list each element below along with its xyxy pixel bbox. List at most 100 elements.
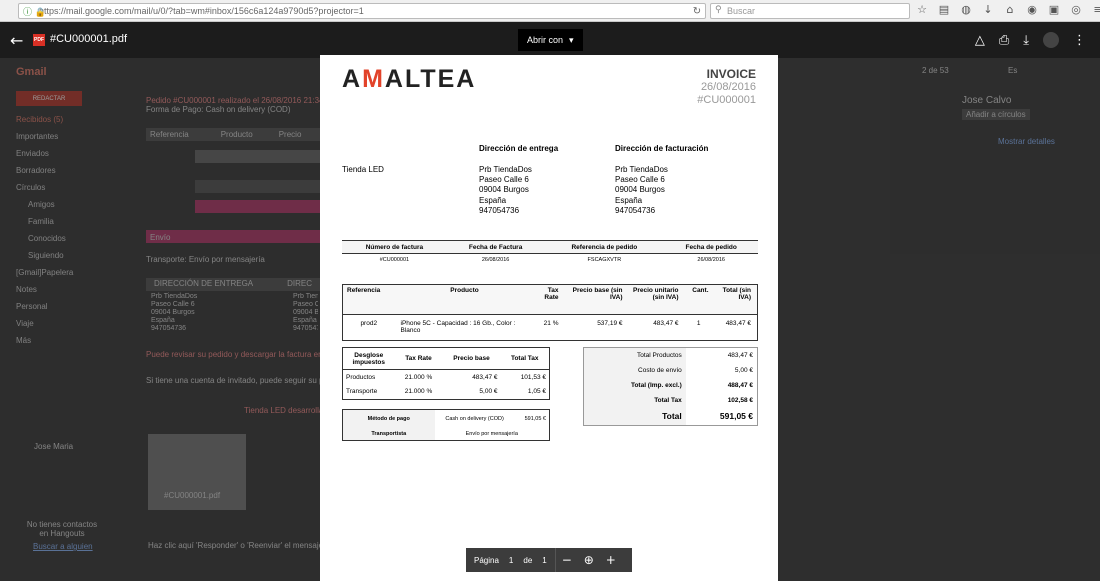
sidebar-item-inbox[interactable]: Recibidos (5) [16,115,73,132]
table-cell: #CU000001 [379,257,410,264]
gmail-logo: Gmail [16,66,47,78]
chevron-down-icon: ▾ [569,34,574,45]
table-cell: 483,47 € [708,314,758,341]
zoom-out-icon[interactable]: − [556,553,578,567]
star-icon[interactable]: ☆ [916,3,928,16]
find-someone-link[interactable]: Buscar a alguien [33,542,93,551]
logo-text-part: A [342,65,363,93]
sidebar-item-family[interactable]: Familia [16,217,73,234]
search-placeholder: Buscar [727,6,756,16]
payment-method-value: Cash on delivery (COD) [445,415,504,422]
table-header-cell: Referencia de pedido [544,240,665,254]
grand-total-label: Total [583,407,686,426]
sidebar-item-more[interactable]: Más [16,336,73,353]
logo-accent-letter: M [362,65,385,93]
avatar[interactable] [1043,32,1059,48]
address-line: España [615,195,643,205]
table-header-cell: Referencia [150,130,189,139]
table-header-cell: Tax Rate [394,347,443,370]
delivery-address-heading: Dirección de entrega [479,144,559,153]
menu-icon[interactable]: ≡ [1092,3,1100,16]
company-logo: AMALTEA [342,65,476,94]
sidebar-item-important[interactable]: Importantes [16,132,73,149]
table-header-cell: Desglose impuestos [342,347,395,370]
reply-hint[interactable]: Haz clic aquí 'Responder' o 'Reenviar' e… [148,541,320,550]
address-bar[interactable]: ⓘ 🔒 https://mail.google.com/mail/u/0/?ta… [18,3,706,19]
table-cell: 26/08/2016 [481,257,510,264]
pocket-icon[interactable]: ◍ [960,3,972,16]
sidebar-item-following[interactable]: Siguiendo [16,251,73,268]
open-with-button[interactable]: Abrir con ▾ [518,29,583,51]
billing-address-header: DIREC [287,279,312,288]
table-cell: Transporte [346,388,378,396]
table-header-cell: Producto [220,130,253,139]
sidebar-item-drafts[interactable]: Borradores [16,166,73,183]
gmail-sidebar: Recibidos (5) Importantes Enviados Borra… [16,115,73,353]
drive-icon[interactable]: △ [975,33,985,48]
shop-name: Tienda LED [342,165,384,174]
pdf-pagination: Página 1 de 1 − ⊕ + [466,548,632,572]
page-label: Página [474,555,499,565]
table-header-cell: Tax Rate [534,284,559,315]
addon-icon[interactable]: ◎ [1070,3,1082,16]
back-arrow-icon[interactable]: ← [10,31,23,50]
sidebar-item-sent[interactable]: Enviados [16,149,73,166]
total-value: 5,00 € [734,366,753,374]
language-select[interactable]: Es [1008,66,1017,75]
current-page[interactable]: 1 [509,556,513,565]
invoice-reference-table: Número de factura Fecha de Factura Refer… [342,240,758,267]
print-icon[interactable]: ⎙ [999,33,1009,48]
browser-toolbar: ⓘ 🔒 https://mail.google.com/mail/u/0/?ta… [0,0,1100,22]
sidebar-item-trash[interactable]: [Gmail]Papelera [16,268,73,285]
download-icon[interactable]: ↓ [982,3,994,16]
address-line: Prb TiendaDos [479,165,532,174]
address-line: España [151,317,175,324]
sidebar-item-notes[interactable]: Notes [16,285,73,302]
table-cell: 1,05 € [527,388,546,396]
home-icon[interactable]: ⌂ [1004,3,1016,16]
show-details-link[interactable]: Mostrar detalles [998,137,1055,146]
chat-icon[interactable]: ◉ [1026,3,1038,16]
address-line: Paseo Calle 6 [151,301,195,308]
add-to-circles-button[interactable]: Añadir a círculos [962,109,1030,120]
zoom-icon[interactable]: ⊕ [578,553,600,567]
total-pages: 1 [542,555,547,565]
reader-icon[interactable]: ▤ [938,3,950,16]
download-icon[interactable]: ⤓ [1023,33,1029,48]
billing-address-heading: Dirección de facturación [615,144,709,153]
contact-name: Jose Calvo [962,95,1012,106]
address-line: 947054736 [293,325,318,332]
shipping-line: Transporte: Envío por mensajería [146,255,265,264]
powered-by: Tienda LED desarrollado por PrestaShop [244,406,320,415]
sidebar-item-acquaintances[interactable]: Conocidos [16,234,73,251]
table-cell: prod2 [342,314,395,341]
table-header-row: Número de factura Fecha de Factura Refer… [342,240,758,254]
email-table-header: Referencia Producto Precio [146,128,320,141]
sidebar-item-trip[interactable]: Viaje [16,319,73,336]
table-cell: FSCAGXVTR [587,257,622,264]
invoice-title: INVOICE [706,67,756,81]
sidebar-item-personal[interactable]: Personal [16,302,73,319]
payment-table: Método de pago Cash on delivery (COD) 59… [342,409,550,441]
product-table: Referencia Producto Tax Rate Precio base… [342,284,758,341]
address-line: 947054736 [479,205,520,215]
reload-icon[interactable]: ↻ [688,3,706,19]
extension-icon[interactable]: ▣ [1048,3,1060,16]
attachment-name: #CU000001.pdf [164,491,221,500]
sidebar-item-friends[interactable]: Amigos [16,200,73,217]
footer-note: Puede revisar su pedido y descargar la f… [146,350,320,359]
grand-total-value: 591,05 € [719,411,753,422]
compose-button[interactable]: REDACTAR [16,91,82,106]
table-header-row: Desglose impuestos Tax Rate Precio base … [342,347,550,370]
browser-search-input[interactable]: ⚲ Buscar [710,3,910,19]
logo-text-part: ALTEA [384,65,477,93]
totals-table: Total Productos 483,47 € Costo de envío 5,… [583,347,758,426]
total-label: Total (Imp. excl.) [583,377,686,393]
delivery-address-lines: Prb TiendaDos Paseo Calle 6 09004 Burgos… [151,293,197,333]
zoom-in-icon[interactable]: + [600,553,622,567]
more-icon[interactable]: ⋮ [1073,33,1086,48]
table-cell: 21 % [534,314,559,341]
billing-address-lines: Prb TiendaDos Paseo Calle 6 09004 Burgos… [293,293,318,333]
url-text: https://mail.google.com/mail/u/0/?tab=wm… [39,6,364,16]
sidebar-item-circles[interactable]: Círculos [16,183,73,200]
